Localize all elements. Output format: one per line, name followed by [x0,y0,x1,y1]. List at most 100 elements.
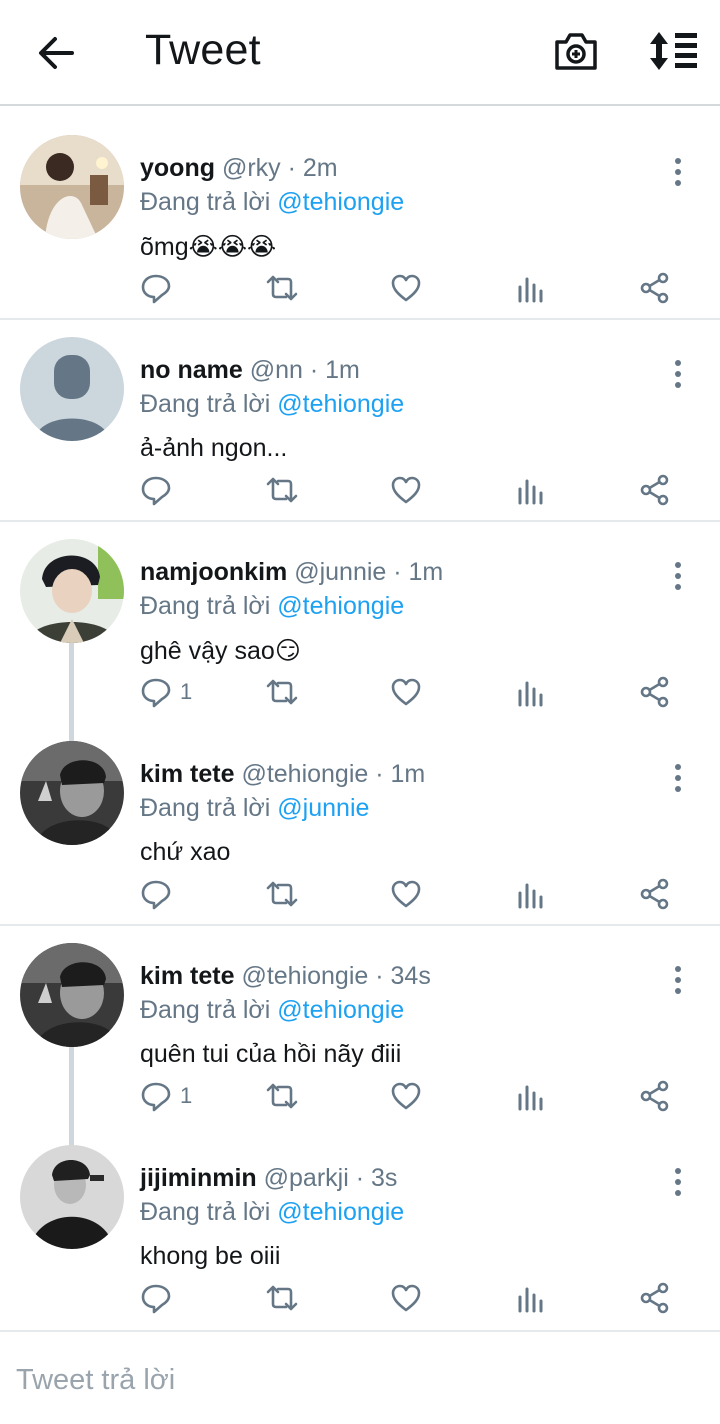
share-button[interactable] [639,470,671,510]
reply-count: 1 [180,679,193,704]
display-name[interactable]: kim tete [140,760,234,788]
display-name[interactable]: kim tete [140,962,234,990]
like-button[interactable] [390,672,422,712]
like-button[interactable] [390,1076,422,1116]
more-vertical-icon [675,764,681,792]
tweet-row[interactable]: no name @nn · 1m Đang trả lời @tehiongie… [0,320,720,522]
reply-button[interactable] [140,1278,180,1318]
heart-icon [391,1284,421,1312]
stats-button[interactable] [516,1278,546,1318]
action-bar [0,1278,720,1318]
like-button[interactable] [390,1278,422,1318]
mention-link[interactable]: @tehiongie [277,1198,404,1226]
tweet-row[interactable]: kim tete @tehiongie · 34s Đang trả lời @… [0,926,720,1128]
replying-to: Đang trả lời @tehiongie [140,592,404,621]
tweet-text: chứ xao [140,838,231,866]
avatar[interactable] [20,539,124,643]
handle-time: @tehiongie · 1m [241,760,426,788]
reply-button[interactable]: 1 [140,672,192,712]
display-name[interactable]: jijiminmin [140,1164,257,1192]
share-button[interactable] [639,1278,671,1318]
retweet-button[interactable] [264,1278,300,1318]
more-options-button[interactable] [666,358,690,390]
more-vertical-icon [675,158,681,186]
bar-chart-icon [518,479,543,505]
avatar[interactable] [20,741,124,845]
sort-button[interactable] [646,30,700,72]
mention-link[interactable]: @tehiongie [277,592,404,620]
like-button[interactable] [390,268,422,308]
handle-time: @nn · 1m [249,356,360,384]
reply-composer[interactable]: Tweet trả lời [0,1330,720,1424]
retweet-icon [266,1083,298,1109]
stats-button[interactable] [516,1076,546,1116]
reply-icon [141,1082,171,1112]
action-bar [0,470,720,510]
mention-link[interactable]: @tehiongie [277,188,404,216]
retweet-button[interactable] [264,874,300,914]
reply-icon [141,880,171,910]
avatar[interactable] [20,337,124,441]
tweet-row[interactable]: kim tete @tehiongie · 1m Đang trả lời @j… [0,724,720,926]
retweet-button[interactable] [264,672,300,712]
heart-icon [391,274,421,302]
handle-time: @tehiongie · 34s [241,962,431,990]
stats-button[interactable] [516,672,546,712]
back-button[interactable] [30,28,80,78]
like-button[interactable] [390,874,422,914]
stats-button[interactable] [516,268,546,308]
tweet-row[interactable]: yoong @rky · 2m Đang trả lời @tehiongie … [0,118,720,320]
handle-time: @junnie · 1m [294,558,444,586]
top-bar: Tweet [0,0,720,106]
more-options-button[interactable] [666,1166,690,1198]
display-name[interactable]: yoong [140,154,215,182]
mention-link[interactable]: @junnie [277,794,369,822]
replying-to: Đang trả lời @tehiongie [140,996,404,1025]
share-icon [640,878,669,910]
retweet-icon [266,1285,298,1311]
heart-icon [391,1082,421,1110]
share-icon [640,676,669,708]
share-button[interactable] [639,268,671,308]
replying-to: Đang trả lời @tehiongie [140,390,404,419]
replying-to: Đang trả lời @tehiongie [140,1198,404,1227]
more-options-button[interactable] [666,964,690,996]
tweet-row[interactable]: namjoonkim @junnie · 1m Đang trả lời @te… [0,522,720,724]
sort-list-icon [650,32,697,70]
reply-button[interactable] [140,874,180,914]
like-button[interactable] [390,470,422,510]
reply-input[interactable]: Tweet trả lời [16,1364,175,1397]
reply-button[interactable] [140,268,180,308]
share-button[interactable] [639,874,671,914]
more-options-button[interactable] [666,762,690,794]
display-name[interactable]: no name [140,356,243,384]
tweet-text: õmg😭😭😭 [140,233,277,261]
reply-icon [141,476,171,506]
reply-button[interactable] [140,470,180,510]
reply-count: 1 [180,1083,193,1108]
mention-link[interactable]: @tehiongie [277,996,404,1024]
retweet-button[interactable] [264,268,300,308]
more-options-button[interactable] [666,156,690,188]
share-icon [640,272,669,304]
stats-button[interactable] [516,470,546,510]
avatar[interactable] [20,1145,124,1249]
avatar[interactable] [20,943,124,1047]
tweet-row[interactable]: jijiminmin @parkji · 3s Đang trả lời @te… [0,1128,720,1330]
bar-chart-icon [518,277,543,303]
handle-time: @rky · 2m [221,154,338,182]
mention-link[interactable]: @tehiongie [277,390,404,418]
display-name[interactable]: namjoonkim [140,558,287,586]
more-options-button[interactable] [666,560,690,592]
retweet-button[interactable] [264,470,300,510]
reply-button[interactable]: 1 [140,1076,192,1116]
retweet-button[interactable] [264,1076,300,1116]
replying-to: Đang trả lời @junnie [140,794,369,823]
share-button[interactable] [639,1076,671,1116]
avatar[interactable] [20,135,124,239]
replying-to: Đang trả lời @tehiongie [140,188,404,217]
share-button[interactable] [639,672,671,712]
reply-prefix: Đang trả lời [140,188,271,216]
camera-button[interactable] [553,30,599,72]
stats-button[interactable] [516,874,546,914]
